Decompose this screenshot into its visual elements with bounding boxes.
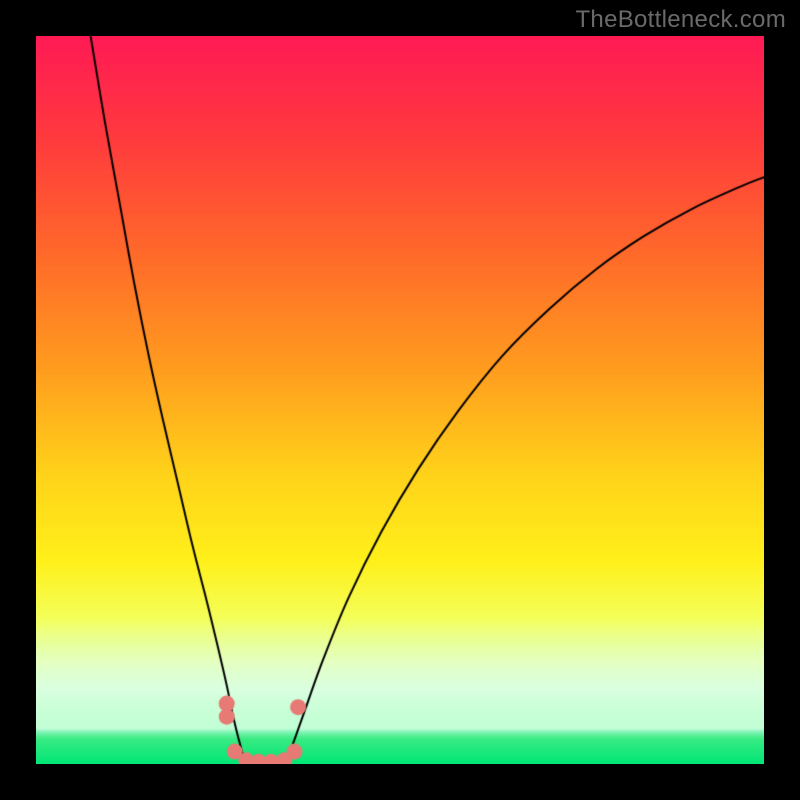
watermark-label: TheBottleneck.com bbox=[575, 6, 786, 34]
plot-area bbox=[36, 36, 764, 764]
chart-frame: TheBottleneck.com bbox=[0, 0, 800, 800]
plot-foreground bbox=[36, 36, 764, 764]
